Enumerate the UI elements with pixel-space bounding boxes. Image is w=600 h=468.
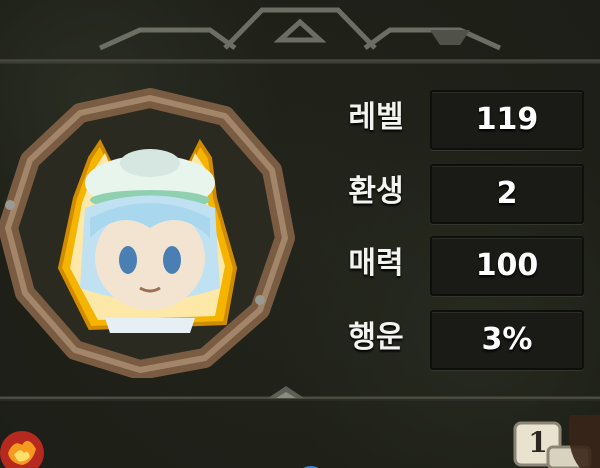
status-indicator [300, 458, 322, 468]
hotkey-number: 1 [528, 426, 548, 459]
stat-value-charm: 100 [475, 248, 539, 283]
stat-row-level: 레벨 119 [330, 88, 590, 150]
stat-value-rebirth: 2 [496, 176, 518, 211]
stat-label-rebirth: 환생 [348, 174, 404, 209]
character-portrait-icon [57, 139, 238, 333]
top-ornament [0, 7, 600, 64]
stat-label-charm: 매력 [348, 246, 404, 281]
stat-box-level: 119 [430, 90, 584, 150]
stat-box-rebirth: 2 [430, 164, 584, 224]
stat-label-luck: 행운 [348, 320, 404, 355]
stat-label-level: 레벨 [348, 100, 404, 135]
stat-box-charm: 100 [430, 236, 584, 296]
hotkey-badge-icon[interactable]: 1 [510, 415, 600, 468]
character-info-panel: 레벨 119 환생 2 매력 100 행운 3% 1 [0, 0, 600, 468]
bottom-ornament [0, 386, 600, 401]
stat-value-luck: 3% [481, 322, 533, 357]
fire-emblem-icon[interactable] [0, 415, 60, 468]
stat-value-level: 119 [475, 102, 539, 137]
stat-box-luck: 3% [430, 310, 584, 370]
stat-row-charm: 매력 100 [330, 234, 590, 296]
stat-row-luck: 행운 3% [330, 308, 590, 370]
stat-row-rebirth: 환생 2 [330, 162, 590, 224]
character-portrait-frame[interactable] [0, 88, 300, 378]
